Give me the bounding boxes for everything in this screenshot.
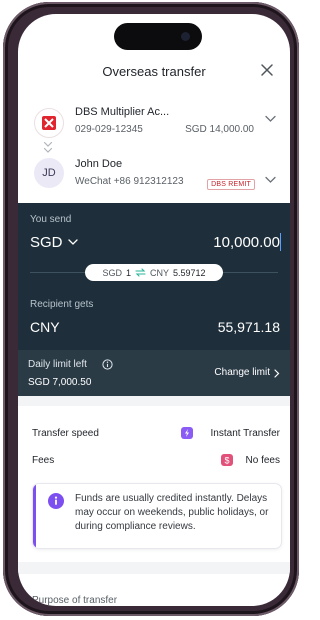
- chevron-down-icon[interactable]: [265, 115, 276, 123]
- recipient-selector[interactable]: JD John Doe WeChat +86 912312123 DBS REM…: [18, 156, 290, 202]
- recipient-name: John Doe: [75, 158, 123, 170]
- section-divider: [18, 562, 290, 574]
- fees-value: No fees: [245, 455, 280, 466]
- fee-tag-icon: $: [221, 454, 233, 466]
- chevron-right-icon[interactable]: [274, 369, 280, 378]
- app-header: Overseas transfer: [18, 58, 290, 86]
- rate-from-currency: SGD: [102, 267, 122, 278]
- chevron-down-icon[interactable]: [68, 238, 78, 246]
- source-account-selector[interactable]: DBS Multiplier Ac... 029-029-12345 SGD 1…: [18, 104, 290, 150]
- avatar: JD: [34, 158, 64, 188]
- info-icon: [48, 493, 64, 509]
- transfer-speed-row: Transfer speed Instant Transfer: [18, 426, 290, 444]
- swap-icon: [135, 268, 146, 277]
- receive-amount: 55,971.18: [217, 319, 280, 335]
- rate-from-value: 1: [125, 267, 131, 278]
- rate-to-currency: CNY: [149, 267, 169, 278]
- fees-label: Fees: [32, 455, 55, 466]
- page-title: Overseas transfer: [102, 64, 206, 79]
- send-currency-select[interactable]: SGD: [30, 234, 63, 251]
- purpose-of-transfer-label[interactable]: Purpose of transfer: [32, 595, 117, 606]
- exchange-rate-pill: SGD 1 CNY 5.59712: [85, 264, 223, 281]
- lightning-icon: [181, 427, 193, 439]
- chevron-down-icon[interactable]: [265, 176, 276, 184]
- send-amount-input[interactable]: 10,000.00: [213, 234, 280, 251]
- section-divider: [18, 396, 290, 406]
- status-badge: DBS REMIT: [207, 179, 255, 190]
- dynamic-island: [114, 23, 202, 50]
- receive-label: Recipient gets: [30, 299, 94, 310]
- info-banner: Funds are usually credited instantly. De…: [33, 484, 281, 548]
- daily-limit-bar: Daily limit left SGD 7,000.50 Change lim…: [18, 350, 290, 396]
- daily-limit-value: SGD 7,000.50: [28, 377, 92, 388]
- info-icon[interactable]: [102, 359, 113, 370]
- app-screen: Overseas transfer DBS Multiplier Ac... 0…: [18, 14, 290, 606]
- account-name: DBS Multiplier Ac...: [75, 106, 170, 118]
- phone-frame: Overseas transfer DBS Multiplier Ac... 0…: [3, 2, 299, 616]
- rate-to-value: 5.59712: [173, 267, 206, 278]
- info-banner-text: Funds are usually credited instantly. De…: [75, 493, 269, 532]
- recipient-detail: WeChat +86 912312123: [75, 176, 184, 187]
- chevron-double-down-icon: [43, 141, 53, 153]
- camera-icon: [181, 32, 190, 41]
- account-number: 029-029-12345: [75, 124, 143, 135]
- transfer-speed-label: Transfer speed: [32, 428, 99, 439]
- account-balance: SGD 14,000.00: [185, 124, 254, 135]
- send-card: You send SGD 10,000.00 SGD 1 CNY 5.59712…: [18, 203, 290, 350]
- close-icon[interactable]: [258, 61, 276, 79]
- svg-text:$: $: [224, 456, 229, 466]
- fees-row: Fees $ No fees: [18, 453, 290, 471]
- daily-limit-label: Daily limit left: [28, 359, 87, 370]
- dbs-logo-icon: [34, 108, 64, 138]
- send-label: You send: [30, 214, 72, 225]
- info-banner-accent: [33, 484, 36, 548]
- receive-currency: CNY: [30, 319, 60, 335]
- change-limit-link[interactable]: Change limit: [214, 367, 270, 378]
- text-cursor: [280, 233, 281, 251]
- transfer-speed-value: Instant Transfer: [210, 428, 280, 439]
